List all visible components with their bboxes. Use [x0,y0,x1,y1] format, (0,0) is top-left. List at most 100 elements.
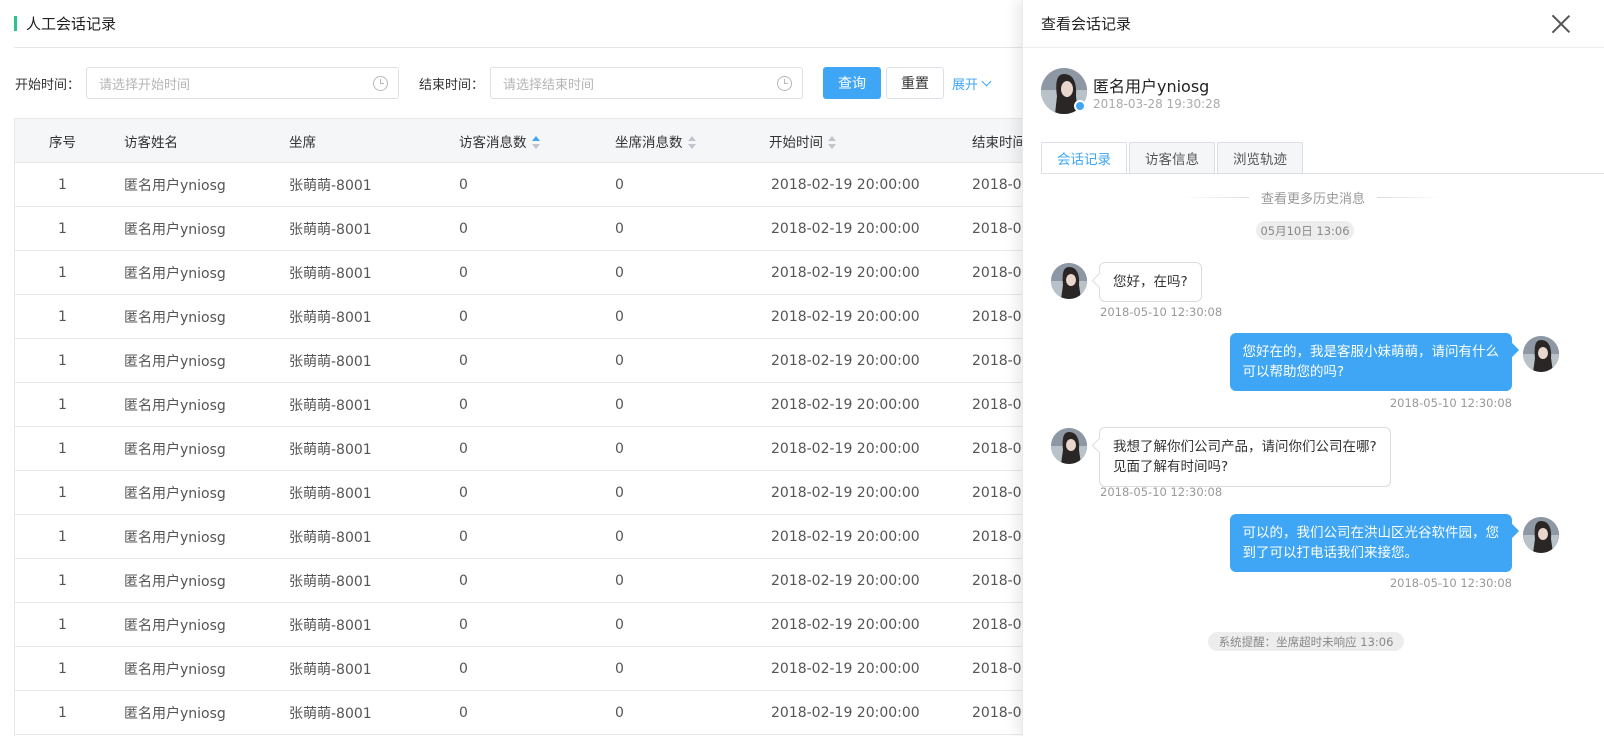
table-cell: 2018-02-19 20:00:00 [753,294,958,339]
table-row[interactable]: 1 匿名用户yniosg 张萌萌-8001 0 0 2018-02-19 20:00:00… [15,646,1055,691]
table-cell: 0 [599,338,753,383]
table-cell: 张萌萌-8001 [275,162,443,207]
table-cell: 0 [443,382,599,427]
table-cell: 0 [599,294,753,339]
column-header-start-time[interactable]: 开始时间 [753,118,958,163]
end-time-placeholder: 请选择结束时间 [503,77,595,93]
table-cell: 匿名用户yniosg [110,602,275,647]
table-cell: 0 [599,206,753,251]
chat-bubble-line: 可以帮助您的吗? [1242,364,1345,380]
tab-session-log[interactable]: 会话记录 [1041,142,1127,174]
table-cell: 2018-02-19 20:00:00 [753,206,958,251]
table-row[interactable]: 1 匿名用户yniosg 张萌萌-8001 0 0 2018-02-19 20:00:00… [15,602,1055,647]
table-cell: 0 [599,558,753,603]
table-row[interactable]: 1 匿名用户yniosg 张萌萌-8001 0 0 2018-02-19 20:00:00… [15,558,1055,603]
sort-icon[interactable] [687,135,696,150]
table-cell: 匿名用户yniosg [110,294,275,339]
table-cell: 张萌萌-8001 [275,602,443,647]
start-time-input[interactable]: 请选择开始时间 [86,67,400,99]
column-header-agent-msgs[interactable]: 坐席消息数 [599,118,753,163]
table-cell: 张萌萌-8001 [275,690,443,735]
table-cell: 1 [15,382,110,427]
table-cell: 1 [15,602,110,647]
chat-bubble-line: 您好，在吗? [1113,274,1188,290]
table-cell: 2018-02-19 20:00:00 [753,646,958,691]
table-cell: 匿名用户yniosg [110,514,275,559]
table-row[interactable]: 1 匿名用户yniosg 张萌萌-8001 0 0 2018-02-19 20:00:00… [15,690,1055,735]
header-divider [14,47,1054,48]
table-cell: 0 [443,690,599,735]
filter-bar: 开始时间： 请选择开始时间 结束时间： 请选择结束时间 查询 重置 展开 [15,67,992,99]
session-table: 序号 访客姓名 坐席 访客消息数 坐席消息数 开始时间 结束时间 1 匿名用户yn… [14,118,1055,736]
table-row[interactable]: 1 匿名用户yniosg 张萌萌-8001 0 0 2018-02-19 20:00:00… [15,250,1055,295]
table-cell: 匿名用户yniosg [110,338,275,383]
end-time-input[interactable]: 请选择结束时间 [490,67,804,99]
table-cell: 张萌萌-8001 [275,250,443,295]
table-cell: 匿名用户yniosg [110,382,275,427]
chat-bubble-line: 可以的，我们公司在洪山区光谷软件园，您 [1242,525,1500,541]
table-cell: 匿名用户yniosg [110,558,275,603]
table-cell: 0 [443,470,599,515]
reset-button[interactable]: 重置 [886,67,945,99]
table-row[interactable]: 1 匿名用户yniosg 张萌萌-8001 0 0 2018-02-19 20:00:00… [15,162,1055,207]
table-cell: 张萌萌-8001 [275,558,443,603]
table-cell: 0 [599,602,753,647]
table-cell: 1 [15,338,110,383]
more-history-link[interactable]: 查看更多历史消息 [1183,188,1444,207]
system-notice: 系统提醒：坐席超时未响应 13:06 [1208,632,1404,651]
table-row[interactable]: 1 匿名用户yniosg 张萌萌-8001 0 0 2018-02-19 20:00:00… [15,382,1055,427]
expand-label: 展开 [952,77,979,93]
table-cell: 0 [443,250,599,295]
table-row[interactable]: 1 匿名用户yniosg 张萌萌-8001 0 0 2018-02-19 20:00:00… [15,338,1055,383]
avatar [1051,263,1087,299]
chat-bubble: 我想了解你们公司产品，请问你们公司在哪? 见面了解有时间吗? [1099,427,1391,487]
table-cell: 1 [15,250,110,295]
expand-filters-link[interactable]: 展开 [952,74,992,93]
tab-visitor-info[interactable]: 访客信息 [1129,142,1215,174]
table-cell: 0 [599,470,753,515]
visitor-name: 匿名用户yniosg [1093,77,1210,96]
chat-bubble-line: 您好在的，我是客服小妹萌萌，请问有什么 [1242,344,1500,360]
more-history-label: 查看更多历史消息 [1261,191,1366,207]
date-divider: 05月10日 13:06 [1256,221,1354,240]
table-cell: 2018-02-19 20:00:00 [753,382,958,427]
table-cell: 1 [15,558,110,603]
table-row[interactable]: 1 匿名用户yniosg 张萌萌-8001 0 0 2018-02-19 20:00:00… [15,514,1055,559]
table-cell: 张萌萌-8001 [275,470,443,515]
column-header-visitor: 访客姓名 [110,118,275,163]
table-cell: 0 [443,426,599,471]
table-row[interactable]: 1 匿名用户yniosg 张萌萌-8001 0 0 2018-02-19 20:00:00… [15,470,1055,515]
column-header-visitor-msgs[interactable]: 访客消息数 [443,118,599,163]
tab-browse-trail[interactable]: 浏览轨迹 [1217,142,1303,174]
message-timestamp: 2018-05-10 12:30:08 [1100,305,1223,319]
table-cell: 匿名用户yniosg [110,470,275,515]
table-cell: 0 [443,602,599,647]
table-cell: 张萌萌-8001 [275,338,443,383]
table-cell: 1 [15,514,110,559]
query-button[interactable]: 查询 [823,67,882,99]
table-cell: 0 [443,338,599,383]
page-title: 人工会话记录 [26,14,117,33]
table-row[interactable]: 1 匿名用户yniosg 张萌萌-8001 0 0 2018-02-19 20:00:00… [15,426,1055,471]
table-cell: 0 [599,250,753,295]
table-cell: 2018-02-19 20:00:00 [753,338,958,383]
page-header: 人工会话记录 [14,12,116,34]
table-cell: 匿名用户yniosg [110,250,275,295]
message-timestamp: 2018-05-10 12:30:08 [1100,485,1223,499]
table-row[interactable]: 1 匿名用户yniosg 张萌萌-8001 0 0 2018-02-19 20:00:00… [15,294,1055,339]
sort-icon[interactable] [828,135,836,150]
table-cell: 0 [443,514,599,559]
end-time-label: 结束时间： [419,77,485,93]
table-row[interactable]: 1 匿名用户yniosg 张萌萌-8001 0 0 2018-02-19 20:00:00… [15,206,1055,251]
sort-icon[interactable] [531,135,540,150]
table-cell: 0 [443,162,599,207]
column-header-agent: 坐席 [275,118,443,163]
table-header-row: 序号 访客姓名 坐席 访客消息数 坐席消息数 开始时间 结束时间 [15,118,1055,163]
avatar [1051,428,1087,464]
close-icon[interactable] [1551,14,1571,34]
table-cell: 2018-02-19 20:00:00 [753,162,958,207]
drawer-tabs: 会话记录 访客信息 浏览轨迹 [1041,142,1305,174]
tabs-divider [1041,173,1604,174]
avatar [1523,336,1559,372]
table-cell: 0 [599,162,753,207]
